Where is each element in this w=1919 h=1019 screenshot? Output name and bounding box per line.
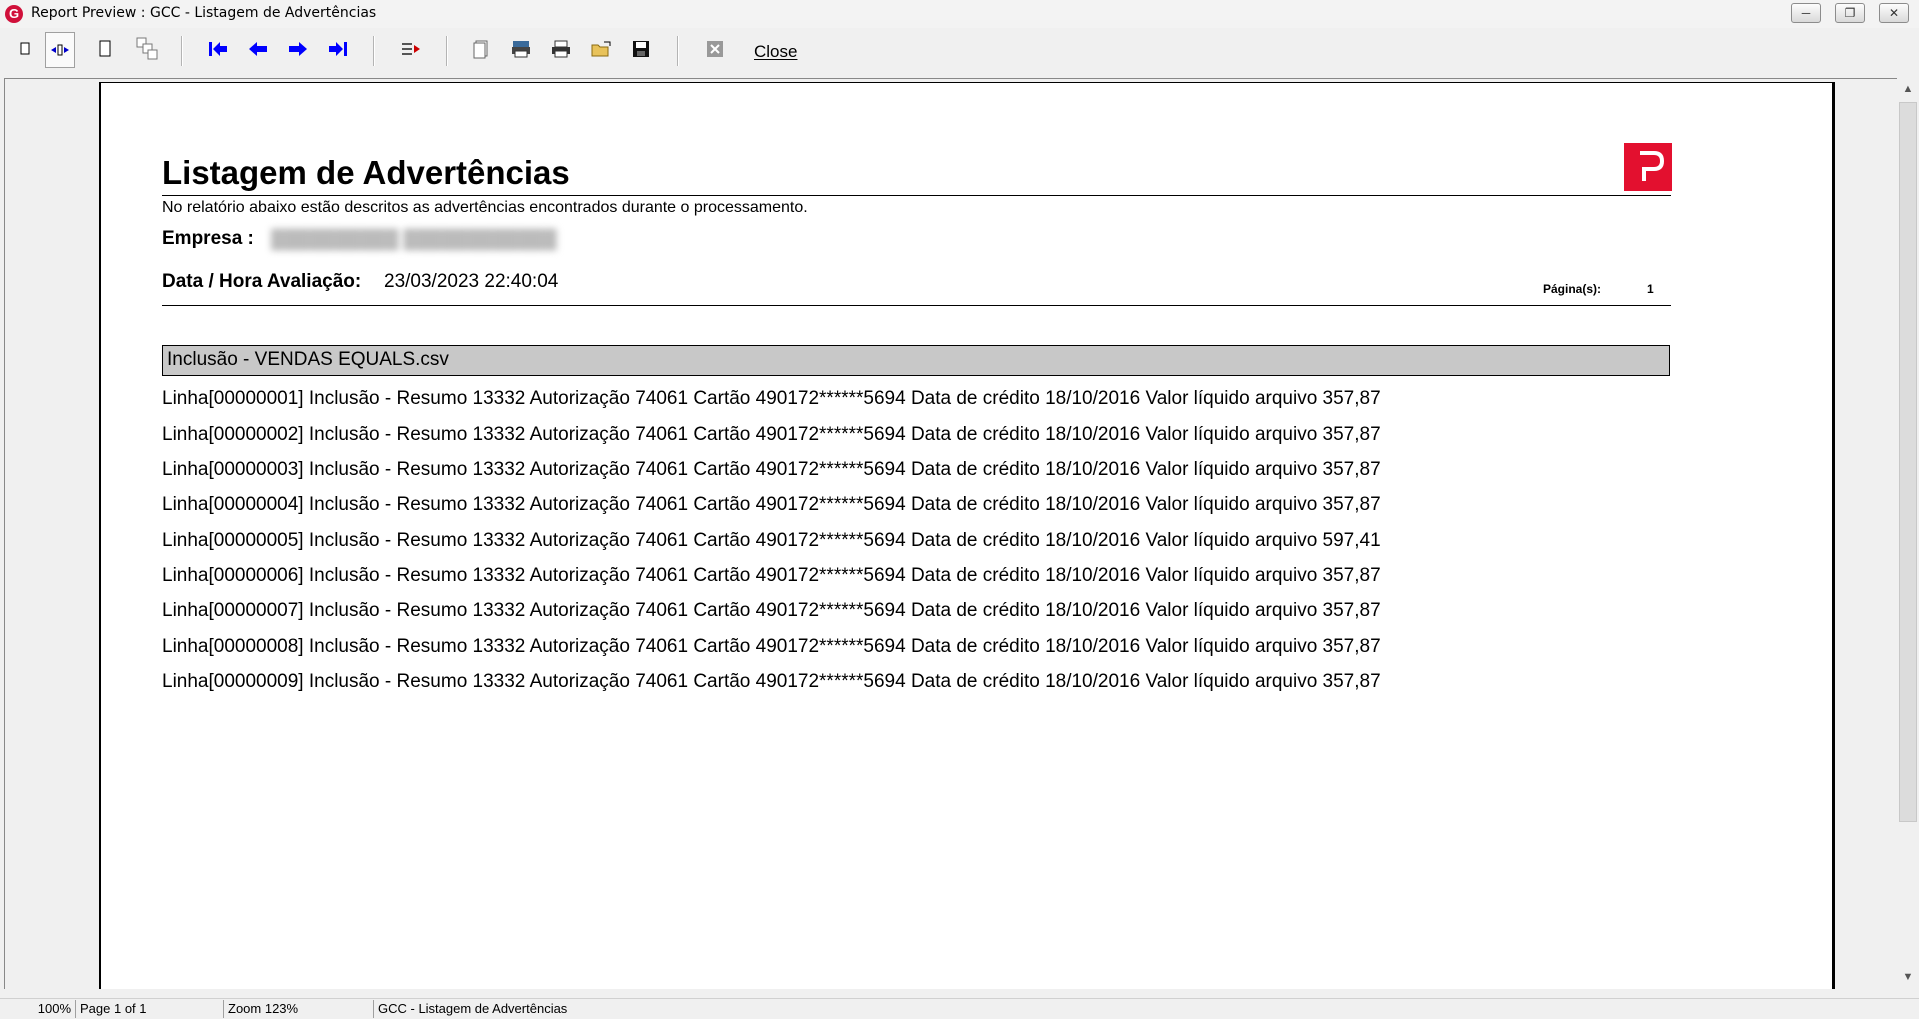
export-button[interactable] [700,34,730,64]
divider [162,305,1671,306]
zoom-to-width-button[interactable] [90,34,120,64]
open-icon [591,41,611,57]
status-page: Page 1 of 1 [76,1000,224,1018]
report-line: Linha[00000002] Inclusão - Resumo 13332 … [162,424,1381,445]
group-header-label: Inclusão - VENDAS EQUALS.csv [167,349,449,370]
open-button[interactable] [586,34,616,64]
scrollbar-thumb[interactable] [1899,102,1917,822]
last-page-icon [329,42,347,56]
report-line: Linha[00000009] Inclusão - Resumo 13332 … [162,671,1381,692]
first-page-button[interactable] [203,34,233,64]
minimize-icon: ─ [1801,6,1811,20]
goto-page-button[interactable] [396,34,426,64]
zoom-100-button[interactable] [45,32,75,68]
report-preview-area[interactable]: Listagem de Advertências No relatório ab… [4,78,1900,989]
status-bar: 100% Page 1 of 1 Zoom 123% GCC - Listage… [0,998,1919,1019]
previous-page-icon [249,42,267,56]
report-line: Linha[00000008] Inclusão - Resumo 13332 … [162,636,1381,657]
title-bar: G Report Preview : GCC - Listagem de Adv… [0,0,1919,29]
scroll-up-icon[interactable]: ▲ [1897,80,1919,98]
report-page: Listagem de Advertências No relatório ab… [99,82,1835,989]
pages-button[interactable] [132,34,162,64]
status-zoom: Zoom 123% [224,1000,374,1018]
report-title: Listagem de Advertências [162,154,570,191]
close-button[interactable]: Close [754,42,797,62]
divider [162,195,1671,196]
empresa-value: ██████████ ████████████ [271,229,557,249]
status-doc-title: GCC - Listagem de Advertências [378,1001,568,1016]
vertical-scrollbar[interactable]: ▲ ▼ [1897,78,1919,988]
datahora-label: Data / Hora Avaliação: [162,271,362,292]
next-page-icon [289,42,307,56]
empresa-label: Empresa : [162,228,254,249]
report-line: Linha[00000001] Inclusão - Resumo 13332 … [162,388,1381,409]
report-line: Linha[00000006] Inclusão - Resumo 13332 … [162,565,1381,586]
printer-setup-button[interactable] [506,34,536,64]
report-subtitle: No relatório abaixo estão descritos as a… [162,199,808,216]
app-icon: G [5,5,23,23]
zoom-to-width-icon [99,40,111,57]
maximize-button[interactable]: ❐ [1835,3,1865,23]
page-setup-icon [473,40,488,59]
zoom-to-fit-button[interactable] [10,34,40,64]
print-icon [552,40,570,58]
report-line: Linha[00000007] Inclusão - Resumo 13332 … [162,600,1381,621]
last-page-button[interactable] [323,34,353,64]
pagina-value: 1 [1647,282,1654,296]
report-line: Linha[00000003] Inclusão - Resumo 13332 … [162,459,1381,480]
previous-page-button[interactable] [243,34,273,64]
printer-setup-icon [512,41,530,58]
company-logo [1624,143,1672,191]
close-icon: ✕ [1888,6,1900,20]
status-zoom-percent: 100% [0,1000,76,1018]
export-icon [707,41,723,57]
save-icon [633,41,649,57]
print-button[interactable] [546,34,576,64]
next-page-button[interactable] [283,34,313,64]
pagina-label: Página(s): [1543,282,1602,296]
minimize-button[interactable]: ─ [1791,3,1821,23]
toolbar: Close [0,28,1919,78]
page-setup-button[interactable] [466,34,496,64]
window-title: Report Preview : GCC - Listagem de Adver… [31,5,377,21]
first-page-icon [209,42,227,56]
datahora-value: 23/03/2023 22:40:04 [384,271,559,292]
report-line: Linha[00000005] Inclusão - Resumo 13332 … [162,530,1381,551]
group-header: Inclusão - VENDAS EQUALS.csv [162,345,1670,376]
scroll-down-icon[interactable]: ▼ [1897,968,1919,986]
report-line: Linha[00000004] Inclusão - Resumo 13332 … [162,494,1381,515]
goto-page-icon [402,43,420,55]
close-window-button[interactable]: ✕ [1879,3,1909,23]
logo-p-icon [1640,151,1665,181]
zoom-to-fit-icon [20,42,30,55]
save-button[interactable] [626,34,656,64]
restore-icon: ❐ [1844,6,1856,20]
zoom-100-icon [51,44,69,56]
pages-icon [136,37,158,60]
